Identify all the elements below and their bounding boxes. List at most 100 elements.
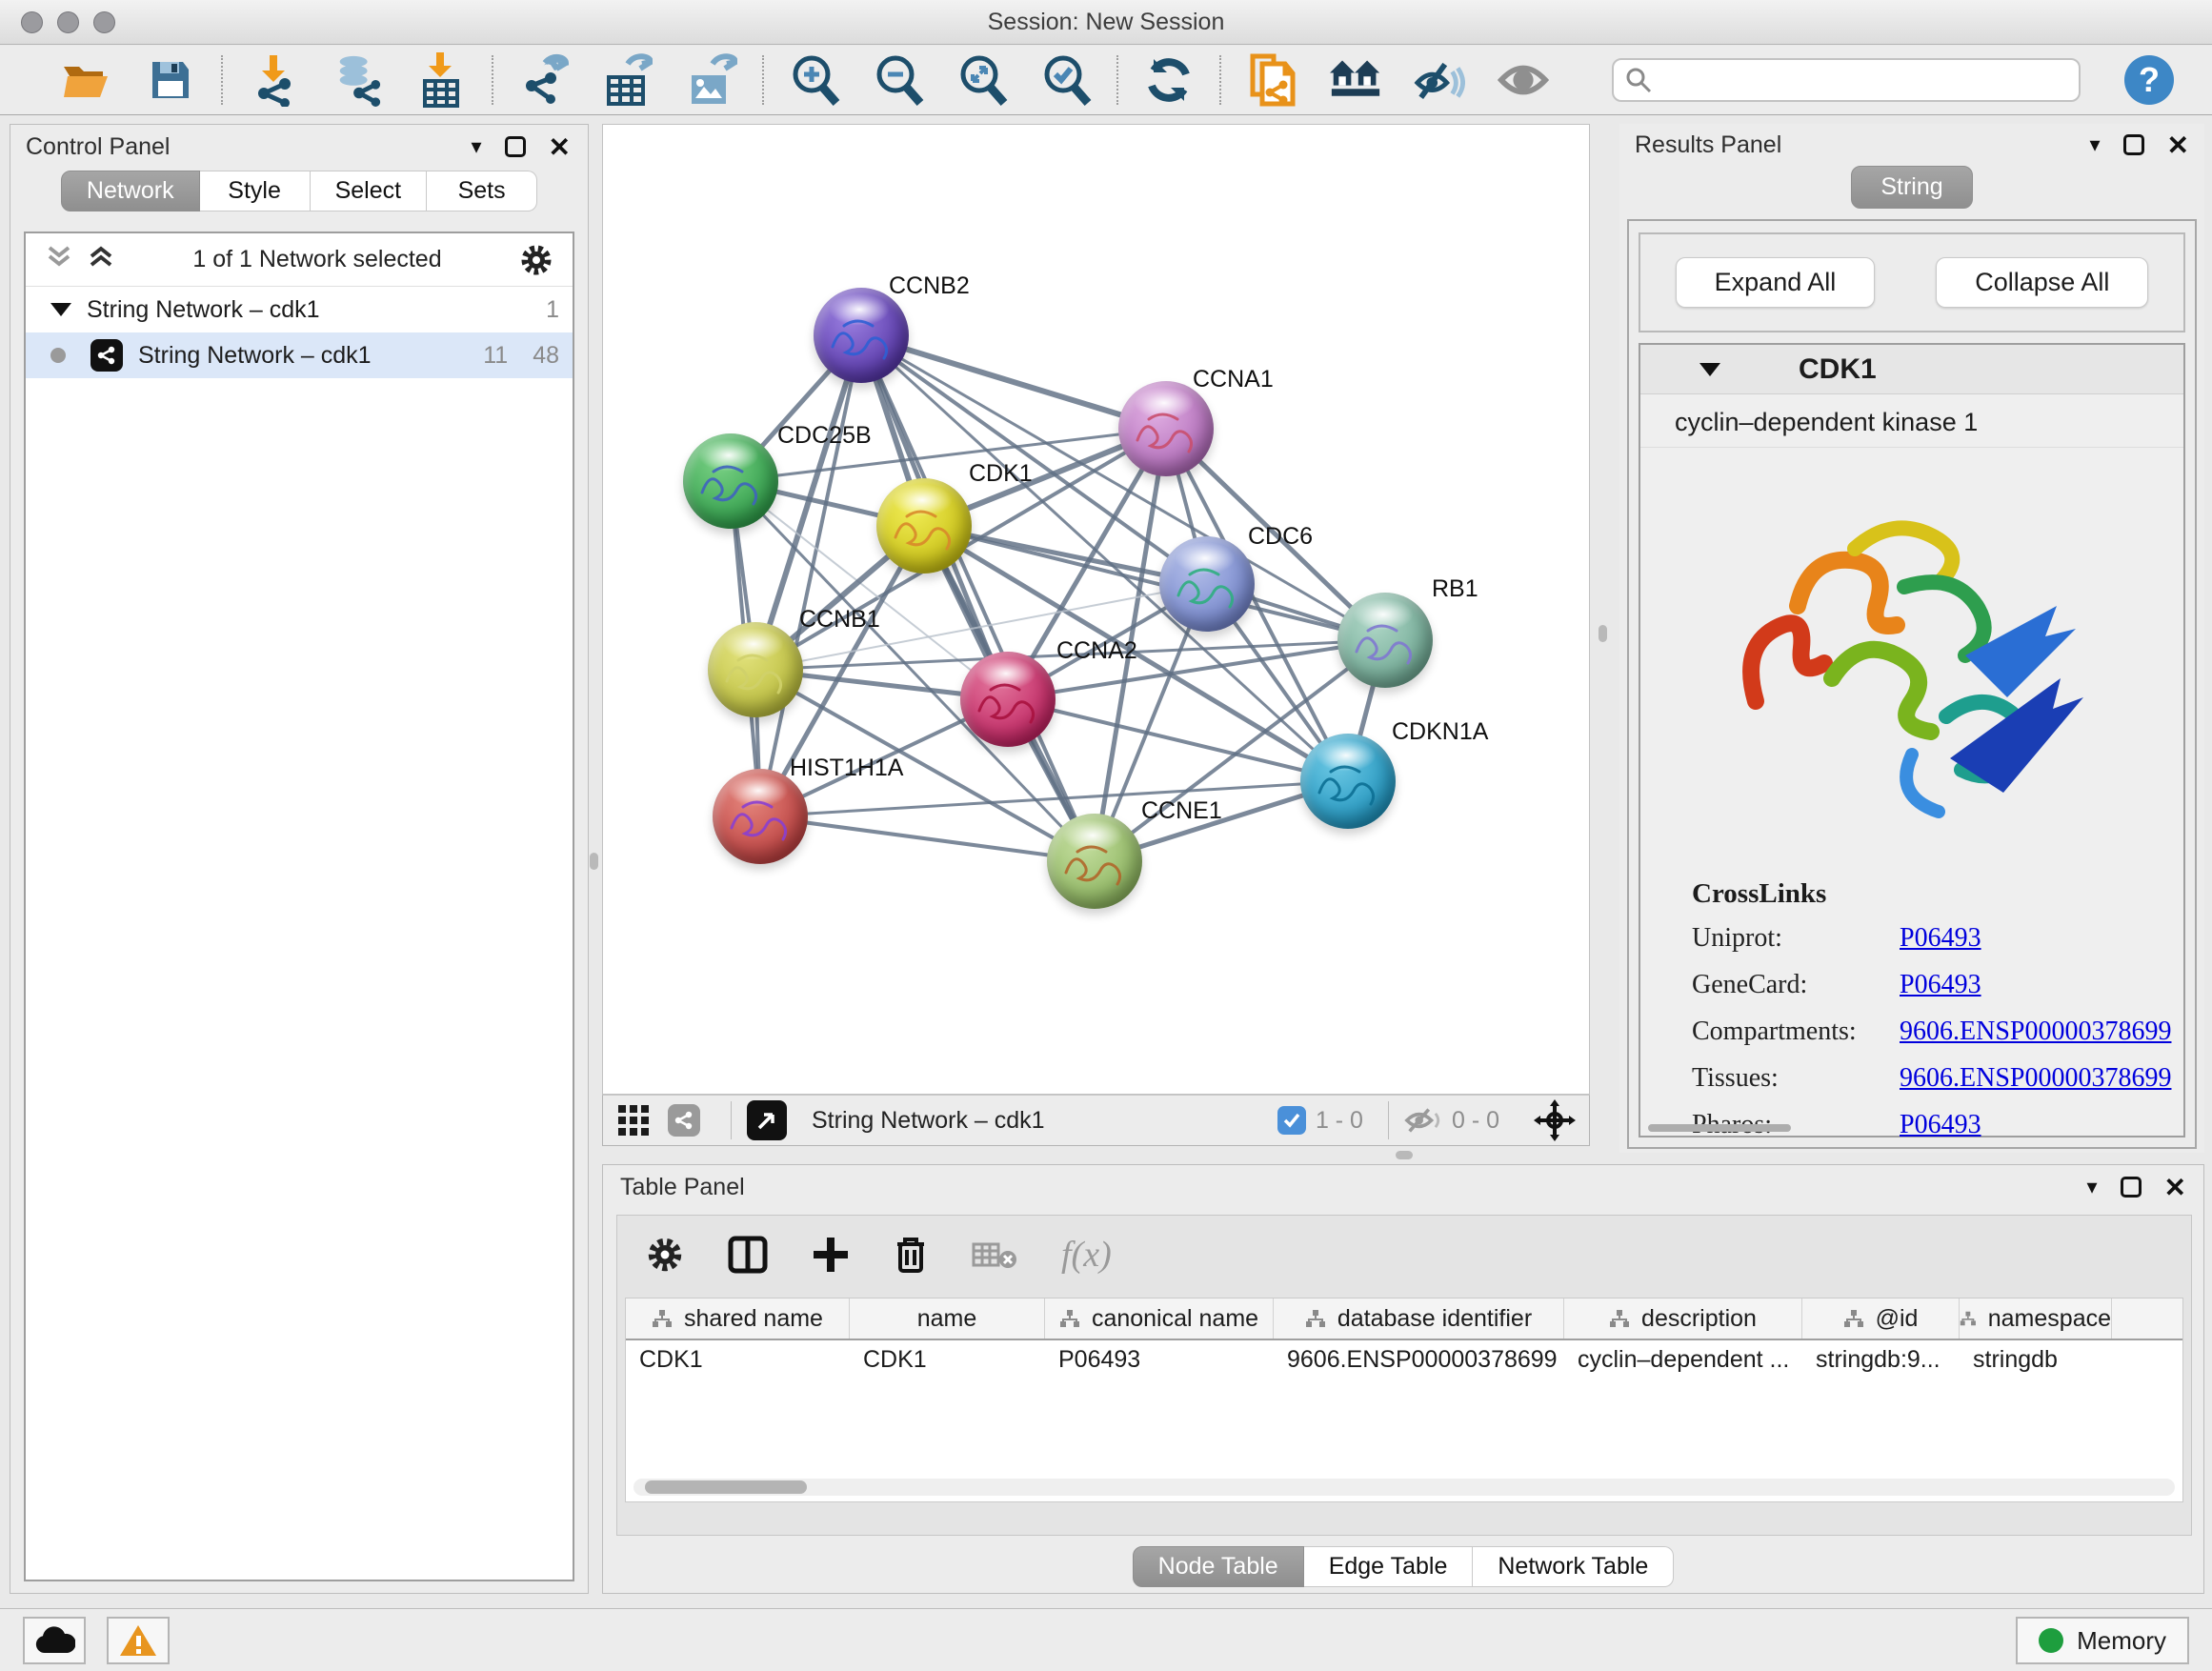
add-column-icon[interactable] [812,1236,850,1274]
crosslink-link[interactable]: P06493 [1900,970,1981,1000]
network-node-ccnb1[interactable] [708,622,803,717]
export-image-icon[interactable] [686,54,737,106]
table-cell[interactable]: stringdb [1960,1340,2112,1382]
export-network-icon[interactable] [518,54,570,106]
zoom-fit-icon[interactable] [956,54,1008,106]
column-header--id[interactable]: @id [1802,1299,1960,1339]
column-header-database-identifier[interactable]: database identifier [1274,1299,1564,1339]
network-node-ccnb2[interactable] [814,288,909,383]
string-documents-icon[interactable] [1246,54,1297,106]
network-node-hist1h1a[interactable] [713,769,808,864]
help-icon[interactable]: ? [2124,55,2174,105]
crosslink-link[interactable]: 9606.ENSP00000378699 [1900,1063,2171,1094]
cloud-button[interactable] [23,1617,86,1664]
collapse-collection-icon[interactable] [50,303,71,316]
collapse-gene-icon[interactable] [1699,363,1720,376]
network-view-canvas[interactable]: CCNB2CCNA1CDC25BCDK1CDC6RB1CCNB1CCNA2CDK… [602,124,1590,1095]
network-edge[interactable] [760,816,1095,861]
table-cell[interactable]: P06493 [1045,1340,1274,1382]
network-edge[interactable] [924,526,1385,640]
vertical-splitter-grip[interactable] [1599,625,1607,642]
zoom-selected-icon[interactable] [1040,54,1092,106]
network-node-cdc25b[interactable] [683,433,778,529]
table-hscrollbar[interactable] [633,1479,2175,1496]
table-cell[interactable]: 9606.ENSP00000378699 [1274,1340,1564,1382]
delete-column-icon[interactable] [894,1235,928,1275]
table-cell[interactable]: CDK1 [626,1340,850,1382]
tab-sets[interactable]: Sets [427,171,537,211]
minimize-window-icon[interactable] [57,11,79,33]
table-settings-gear-icon[interactable] [646,1236,684,1274]
network-node-cdk1[interactable] [876,478,972,574]
home-layouts-icon[interactable] [1330,54,1381,106]
table-cell[interactable]: CDK1 [850,1340,1045,1382]
hide-unhide-icon[interactable] [1414,54,1465,106]
close-panel-icon[interactable]: ✕ [2164,1172,2186,1203]
network-node-ccna1[interactable] [1118,381,1214,476]
float-panel-icon[interactable]: ▾ [2089,132,2100,157]
table-row[interactable]: CDK1CDK1P064939606.ENSP00000378699cyclin… [626,1340,2182,1382]
toolbar-search[interactable] [1612,58,2081,102]
refresh-icon[interactable] [1143,54,1195,106]
float-panel-icon[interactable]: ▾ [2086,1175,2097,1199]
warnings-button[interactable] [107,1617,170,1664]
show-columns-icon[interactable] [728,1236,768,1274]
float-panel-icon[interactable]: ▾ [471,134,481,159]
export-table-icon[interactable] [602,54,654,106]
import-network-file-icon[interactable] [248,54,299,106]
tab-network[interactable]: Network [61,171,200,211]
traffic-lights[interactable] [21,11,115,33]
import-table-file-icon[interactable] [415,54,467,106]
close-panel-icon[interactable]: ✕ [2167,130,2189,161]
detach-view-icon[interactable] [747,1100,787,1140]
tab-network-table[interactable]: Network Table [1473,1546,1674,1587]
tab-edge-table[interactable]: Edge Table [1304,1546,1474,1587]
table-cell[interactable]: cyclin–dependent ... [1564,1340,1802,1382]
network-node-cdc6[interactable] [1159,536,1255,632]
close-window-icon[interactable] [21,11,43,33]
column-header-name[interactable]: name [850,1299,1045,1339]
tab-style[interactable]: Style [200,171,311,211]
network-edge[interactable] [861,335,1095,861]
column-header-namespace[interactable]: namespace [1960,1299,2112,1339]
pan-crosshair-icon[interactable] [1534,1099,1576,1141]
undock-panel-icon[interactable] [505,136,526,157]
crosslink-link[interactable]: P06493 [1900,1110,1981,1140]
search-input[interactable] [1661,67,2067,93]
show-eye-icon[interactable] [1498,54,1549,106]
grid-view-icon[interactable] [616,1103,651,1137]
collapse-all-networks-icon[interactable] [87,244,115,275]
network-collection-row[interactable]: String Network – cdk1 1 [26,287,573,332]
expand-all-button[interactable]: Expand All [1676,257,1876,308]
table-hscroll-thumb[interactable] [645,1480,807,1494]
column-header-description[interactable]: description [1564,1299,1802,1339]
network-node-rb1[interactable] [1337,593,1433,688]
collapse-all-button[interactable]: Collapse All [1936,257,2148,308]
tab-string[interactable]: String [1851,166,1972,209]
expand-all-networks-icon[interactable] [45,244,73,275]
network-overview-icon[interactable] [668,1104,700,1137]
tab-node-table[interactable]: Node Table [1133,1546,1304,1587]
crosslink-link[interactable]: 9606.ENSP00000378699 [1900,1017,2171,1047]
results-hscroll-thumb[interactable] [1648,1124,1791,1132]
network-row[interactable]: String Network – cdk1 11 48 [26,332,573,378]
close-panel-icon[interactable]: ✕ [549,131,571,163]
network-edge[interactable] [760,335,861,816]
memory-button[interactable]: Memory [2016,1617,2189,1664]
network-node-ccna2[interactable] [960,652,1056,747]
save-session-icon[interactable] [145,54,196,106]
node-table[interactable]: shared namenamecanonical namedatabase id… [625,1298,2183,1502]
import-network-database-icon[interactable] [332,54,383,106]
open-session-icon[interactable] [61,54,112,106]
undock-panel-icon[interactable] [2121,1177,2142,1198]
horizontal-splitter-grip[interactable] [1396,1151,1413,1159]
vertical-splitter-grip[interactable] [590,853,598,870]
undock-panel-icon[interactable] [2123,134,2144,155]
maximize-window-icon[interactable] [93,11,115,33]
crosslink-link[interactable]: P06493 [1900,923,1981,954]
tab-select[interactable]: Select [311,171,427,211]
column-header-canonical-name[interactable]: canonical name [1045,1299,1274,1339]
network-node-cdkn1a[interactable] [1300,734,1396,829]
network-node-ccne1[interactable] [1047,814,1142,909]
column-header-shared-name[interactable]: shared name [626,1299,850,1339]
